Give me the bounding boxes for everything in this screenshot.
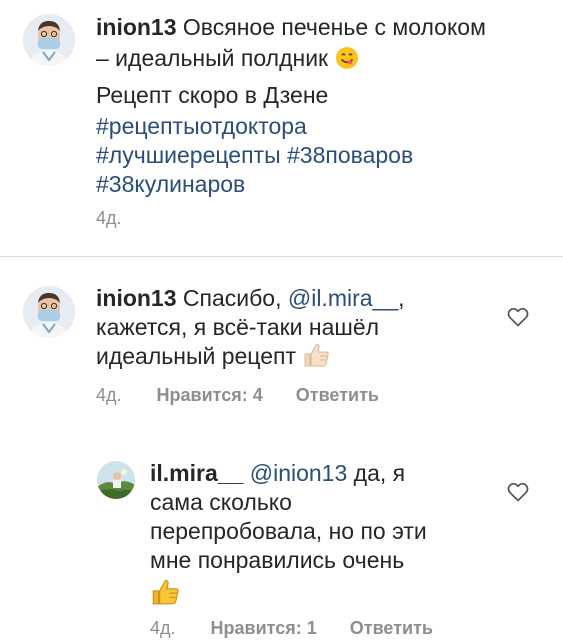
comment-text: il.mira__ @inion13 да, я сама сколько пе… xyxy=(150,459,490,613)
comment-time: 4д. xyxy=(150,618,176,638)
comment-time: 4д. xyxy=(96,385,122,405)
like-heart-icon[interactable] xyxy=(506,480,530,504)
avatar-doctor-image xyxy=(23,286,75,338)
divider xyxy=(0,256,563,257)
post-caption-line-2: – идеальный полдник xyxy=(96,44,546,77)
avatar-landscape-image xyxy=(97,461,135,499)
reply-button[interactable]: Ответить xyxy=(296,385,379,405)
avatar[interactable] xyxy=(23,286,75,338)
mention-link[interactable]: @inion13 xyxy=(250,460,348,486)
comment-meta: 4д. Нравится: 4 Ответить xyxy=(96,385,379,405)
comment-line-4: мне понравились очень xyxy=(150,547,405,573)
thumbs-up-emoji xyxy=(150,578,180,613)
comment-text-part: Спасибо, xyxy=(182,285,282,311)
hashtag-link[interactable]: #рецептыотдоктора xyxy=(96,113,307,139)
reply-button[interactable]: Ответить xyxy=(350,618,433,638)
comment-username[interactable]: il.mira__ xyxy=(150,460,243,486)
post-time: 4д. xyxy=(96,208,122,228)
comment-username[interactable]: inion13 xyxy=(96,285,177,311)
avatar-doctor-image xyxy=(23,14,75,66)
yum-face-emoji xyxy=(335,46,359,77)
post-meta: 4д. xyxy=(96,208,122,228)
avatar[interactable] xyxy=(23,14,75,66)
comment-line-2: кажется, я всё-таки нашёл xyxy=(96,314,380,340)
comment-text-part: идеальный рецепт xyxy=(96,343,297,369)
comment-line-1: il.mira__ @inion13 да, я xyxy=(150,459,490,488)
hashtag-link[interactable]: #лучшиерецепты xyxy=(96,142,281,168)
comment-line-1: inion13 Спасибо, @il.mira__, xyxy=(96,284,496,313)
post-caption-text-2: – идеальный полдник xyxy=(96,45,329,71)
like-heart-icon[interactable] xyxy=(506,305,530,329)
mention-link[interactable]: @il.mira__ xyxy=(288,285,398,311)
post-hashtags-line-1: #рецептыотдоктора xyxy=(96,112,546,141)
post-caption-text-1: Овсяное печенье с молоком xyxy=(182,14,486,40)
post-caption-line-3: Рецепт скоро в Дзене xyxy=(96,82,329,108)
comment-line-2: сама сколько xyxy=(150,489,292,515)
avatar[interactable] xyxy=(97,461,135,499)
thumbs-up-light-emoji xyxy=(302,342,330,375)
post-hashtags-line-3: #38кулинаров xyxy=(96,170,546,199)
comment-text-part: да, я xyxy=(353,460,406,486)
likes-count[interactable]: Нравится: 4 xyxy=(157,385,263,405)
comment-line-3: перепробовала, но по эти xyxy=(150,518,427,544)
post-caption-line-1: inion13 Овсяное печенье с молоком xyxy=(96,13,546,42)
likes-count[interactable]: Нравится: 1 xyxy=(211,618,317,638)
comment-text: inion13 Спасибо, @il.mira__, кажется, я … xyxy=(96,284,496,375)
comment-line-5 xyxy=(150,578,490,613)
comment-meta: 4д. Нравится: 1 Ответить xyxy=(150,618,433,638)
post-caption: inion13 Овсяное печенье с молоком – идеа… xyxy=(96,13,546,199)
hashtag-link[interactable]: #38поваров xyxy=(287,142,413,168)
comment-line-3: идеальный рецепт xyxy=(96,342,496,375)
comment-text-part: , xyxy=(398,285,405,311)
post-hashtags-line-2: #лучшиерецепты #38поваров xyxy=(96,141,546,170)
hashtag-link[interactable]: #38кулинаров xyxy=(96,171,245,197)
post-username[interactable]: inion13 xyxy=(96,14,177,40)
